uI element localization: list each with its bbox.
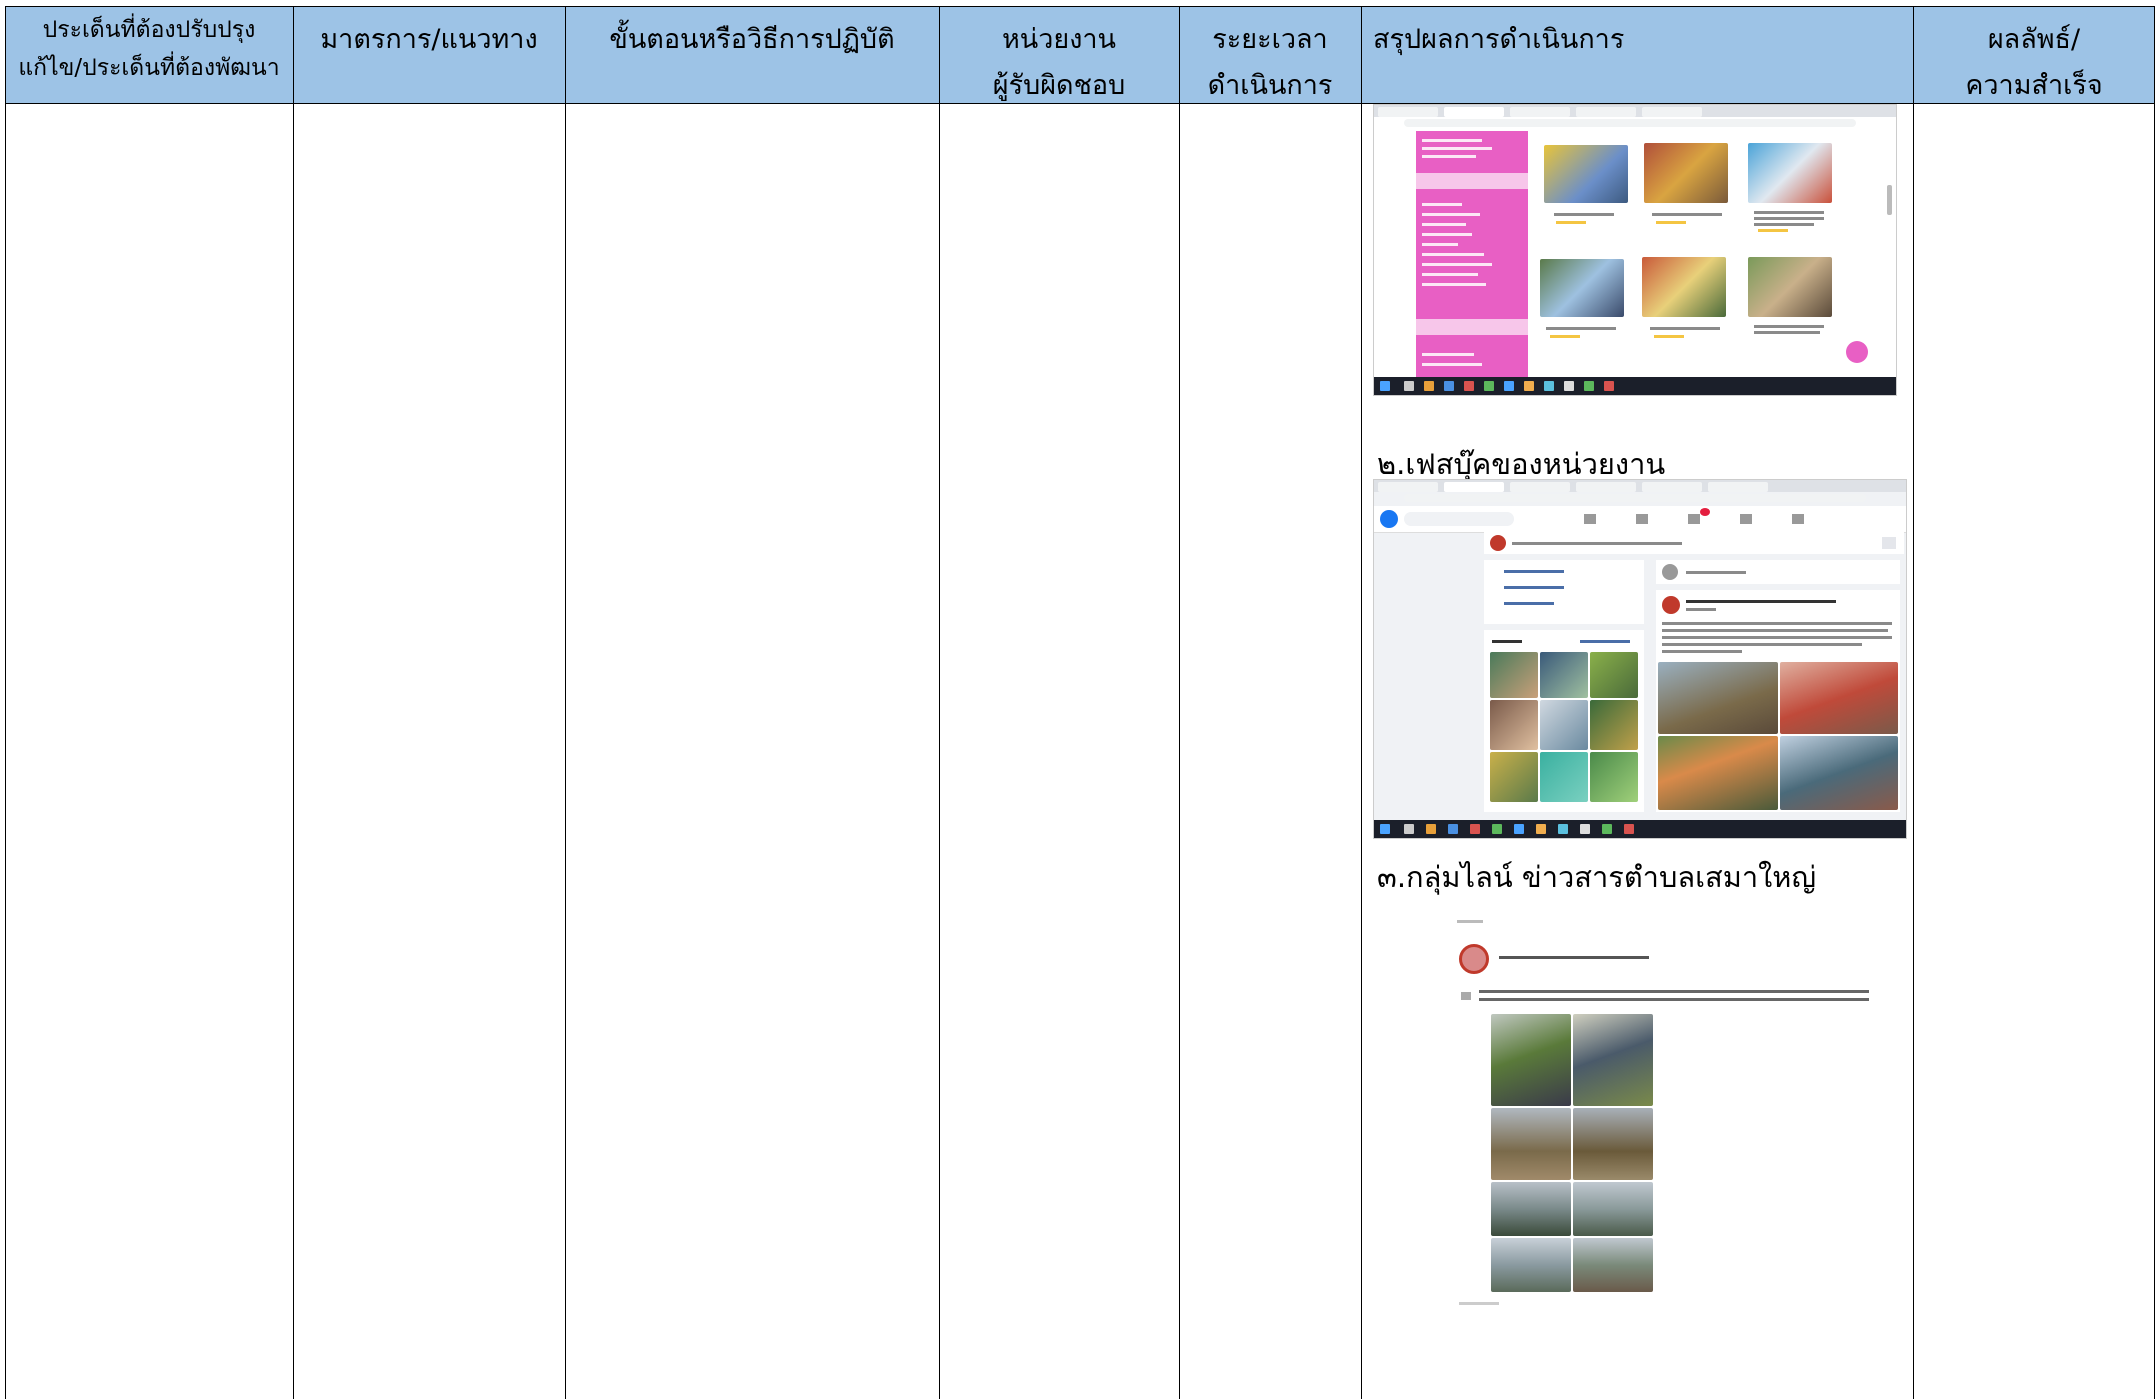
column-divider: [5, 6, 6, 1399]
news-photo: [1748, 257, 1832, 317]
column-divider: [293, 6, 294, 1399]
website-screenshot: [1373, 104, 1897, 396]
header-measure-line1: มาตรการ/แนวทาง: [320, 24, 538, 55]
browser-tab-bar: [1374, 105, 1896, 117]
facebook-post: [1656, 590, 1900, 812]
header-agency: หน่วยงาน ผู้รับผิดชอบ: [939, 7, 1179, 103]
website-side-menu: [1416, 131, 1528, 377]
comment-icon: [1461, 992, 1471, 1000]
browser-tab-bar: [1374, 480, 1906, 492]
header-agency-line2: ผู้รับผิดชอบ: [992, 70, 1126, 101]
groups-icon: [1792, 514, 1804, 524]
windows-taskbar: [1374, 377, 1896, 395]
facebook-top-nav: [1374, 506, 1906, 533]
column-divider: [565, 6, 566, 1399]
windows-taskbar: [1374, 820, 1906, 838]
column-divider: [1179, 6, 1180, 1399]
header-procedure-line1: ขั้นตอนหรือวิธีการปฏิบัติ: [609, 24, 895, 55]
facebook-search-input: [1404, 512, 1514, 526]
facebook-screenshot: [1373, 479, 1907, 839]
header-issue: ประเด็นที่ต้องปรับปรุง แก้ไข/ประเด็นที่ต…: [5, 7, 293, 103]
header-issue-line2: แก้ไข/ประเด็นที่ต้องพัฒนา: [18, 55, 280, 81]
header-procedure: ขั้นตอนหรือวิธีการปฏิบัติ: [565, 7, 939, 103]
group-avatar: [1459, 944, 1489, 974]
notification-badge: [1700, 508, 1710, 516]
news-photo: [1642, 257, 1726, 317]
action-plan-table: ประเด็นที่ต้องปรับปรุง แก้ไข/ประเด็นที่ต…: [5, 6, 2155, 1399]
line-group-screenshot: [1455, 918, 1875, 1308]
news-photo: [1644, 143, 1728, 203]
header-issue-line1: ประเด็นที่ต้องปรับปรุง: [42, 17, 256, 43]
header-measure: มาตรการ/แนวทาง: [293, 7, 565, 103]
header-duration-line1: ระยะเวลา: [1212, 24, 1328, 55]
column-divider: [939, 6, 940, 1399]
news-photo: [1544, 145, 1628, 203]
header-duration: ระยะเวลา ดำเนินการ: [1179, 7, 1361, 103]
marketplace-icon: [1740, 514, 1752, 524]
header-summary: สรุปผลการดำเนินการ: [1361, 7, 1913, 103]
friends-icon: [1636, 514, 1648, 524]
news-photo: [1748, 143, 1832, 203]
facebook-logo-icon: [1380, 510, 1398, 528]
scrollbar-thumb: [1887, 185, 1892, 215]
photos-card: [1484, 630, 1644, 812]
intro-card: [1484, 560, 1644, 624]
watch-icon: [1688, 514, 1700, 524]
header-summary-line1: สรุปผลการดำเนินการ: [1373, 24, 1625, 55]
table-header-row: ประเด็นที่ต้องปรับปรุง แก้ไข/ประเด็นที่ต…: [5, 6, 2155, 104]
home-icon: [1584, 514, 1596, 524]
column-divider: [1361, 6, 1362, 1399]
caption-line-group: ๓.กลุ่มไลน์ ข่าวสารตำบลเสมาใหญ่: [1377, 860, 1817, 894]
column-divider: [1913, 6, 2155, 1399]
scroll-top-icon: [1846, 341, 1868, 363]
header-agency-line1: หน่วยงาน: [1001, 24, 1117, 55]
page-header: [1484, 532, 1904, 554]
browser-url-bar: [1404, 494, 1866, 502]
header-duration-line2: ดำเนินการ: [1207, 70, 1333, 101]
browser-url-bar: [1404, 119, 1856, 127]
post-composer: [1656, 560, 1900, 584]
news-photo: [1540, 259, 1624, 317]
